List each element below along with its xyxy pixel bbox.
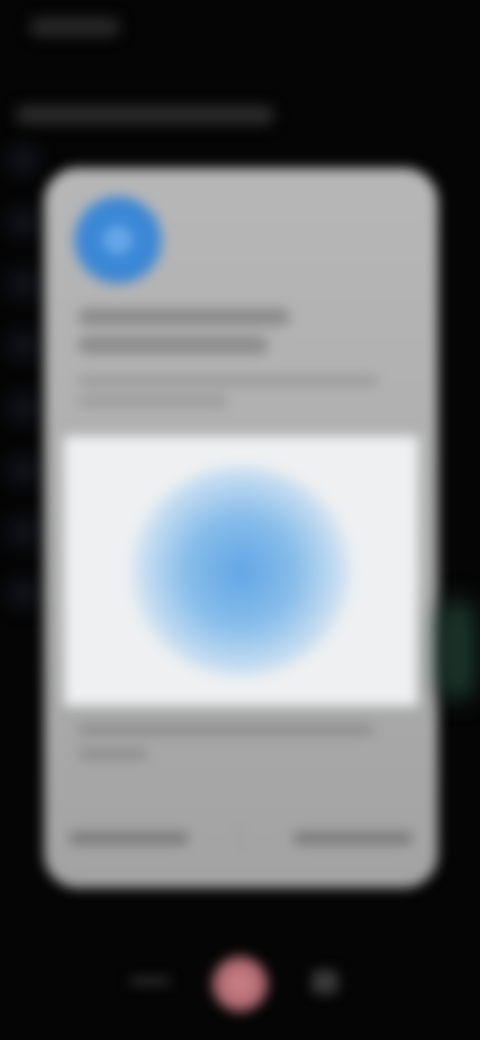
dialog-title-line-1 xyxy=(78,308,290,326)
bottom-controls xyxy=(0,930,480,1040)
blue-glow-illustration xyxy=(64,436,418,706)
dialog-description-line-1 xyxy=(78,376,378,386)
dialog-title-line-2 xyxy=(78,336,268,354)
record-button-icon[interactable] xyxy=(212,956,268,1012)
blue-circle-icon xyxy=(74,196,162,284)
dialog-footer-text xyxy=(78,724,378,772)
background-list-item xyxy=(12,584,34,604)
page-header xyxy=(16,100,276,130)
background-list-item xyxy=(12,274,34,294)
page-title xyxy=(16,106,274,124)
dialog-footer-line-2 xyxy=(78,748,148,760)
status-time xyxy=(30,18,120,36)
background-list-item xyxy=(12,460,34,480)
background-panel-edge xyxy=(440,600,474,700)
glow-orb-icon xyxy=(131,466,351,676)
background-list-item xyxy=(12,212,34,232)
screen xyxy=(0,0,480,1040)
menu-icon[interactable] xyxy=(130,978,170,984)
background-list-item xyxy=(12,150,34,170)
button-divider xyxy=(239,823,242,853)
dialog-primary-button[interactable] xyxy=(292,831,413,845)
dialog-card xyxy=(44,168,438,888)
dialog-description xyxy=(78,376,378,416)
dialog-description-line-2 xyxy=(78,396,228,406)
background-list xyxy=(12,150,38,670)
app-switch-icon[interactable] xyxy=(312,970,338,994)
background-list-item xyxy=(12,398,34,418)
dialog-buttons xyxy=(44,808,438,868)
background-list-item xyxy=(12,522,34,542)
background-list-item xyxy=(12,336,34,356)
dialog-secondary-button[interactable] xyxy=(69,831,190,845)
status-bar xyxy=(0,0,480,60)
dialog-footer-line-1 xyxy=(78,724,374,736)
dialog-title xyxy=(78,308,298,364)
